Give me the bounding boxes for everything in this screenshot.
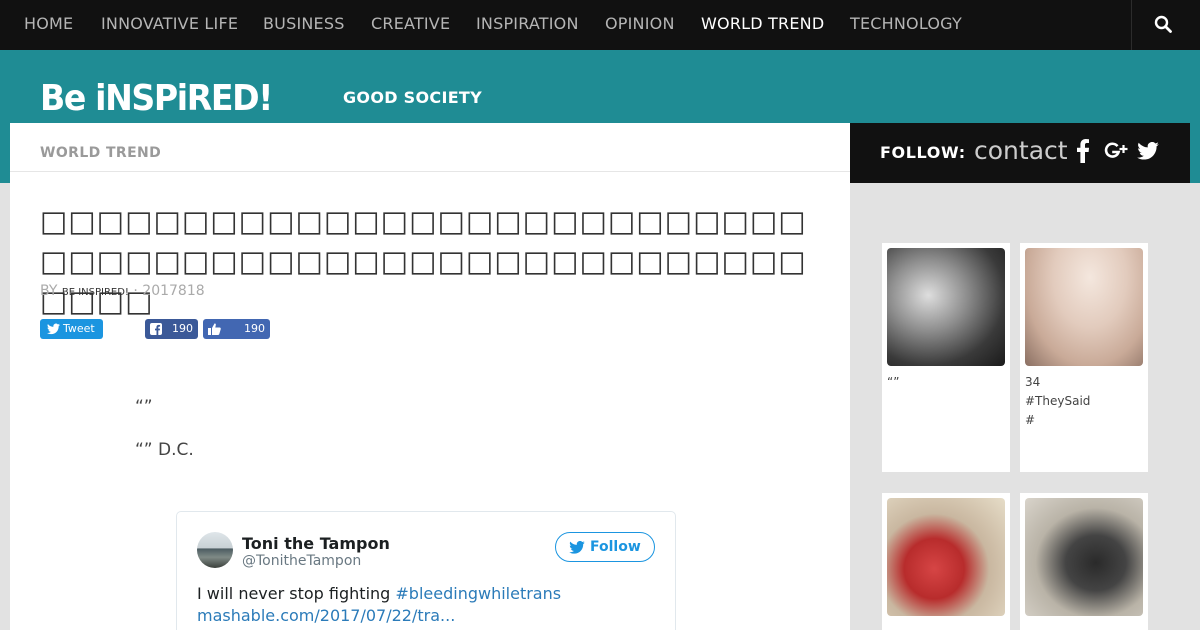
top-nav: HOME INNOVATIVE LIFE BUSINESS CREATIVE I…: [0, 0, 1200, 50]
site-tagline: GOOD SOCIETY: [343, 88, 483, 107]
follow-label: FOLLOW:: [880, 143, 966, 162]
tweet-hashtag-link[interactable]: #bleedingwhiletrans: [395, 584, 561, 603]
google-plus-icon[interactable]: [1104, 140, 1128, 162]
sidebar-post-card[interactable]: [882, 493, 1010, 630]
twitter-icon: [569, 541, 585, 554]
nav-item-home[interactable]: HOME: [24, 0, 73, 50]
by-label: BY: [40, 283, 58, 299]
embedded-tweet[interactable]: Toni the Tampon @TonitheTampon Follow I …: [176, 511, 676, 630]
search-icon: [1154, 15, 1172, 33]
nav-item-opinion[interactable]: OPINION: [605, 0, 675, 50]
post-caption-line: “”: [887, 375, 900, 389]
post-caption-line: #TheySaid: [1025, 394, 1091, 408]
nav-item-creative[interactable]: CREATIVE: [371, 0, 450, 50]
like-button[interactable]: 190: [203, 319, 270, 339]
contact-link[interactable]: contact: [974, 136, 1068, 165]
nav-item-innovative-life[interactable]: INNOVATIVE LIFE: [101, 0, 238, 50]
twitter-icon: [47, 323, 60, 335]
post-thumbnail[interactable]: [887, 498, 1005, 616]
publish-date: · 2017818: [133, 283, 205, 299]
author-link[interactable]: BE INSPIRED!: [62, 287, 129, 298]
post-thumbnail[interactable]: [1025, 498, 1143, 616]
follow-bar: FOLLOW: contact: [850, 123, 1190, 183]
tweet-text: I will never stop fighting #bleedingwhil…: [197, 584, 561, 603]
breadcrumb: WORLD TREND: [10, 123, 850, 172]
tweet-label: Tweet: [63, 322, 95, 335]
article-title: □□□□□□□□□□□□□□□□□□□□□□□□□□□□□□□□□□□□□□□□…: [40, 204, 807, 318]
nav-item-world-trend[interactable]: WORLD TREND: [701, 0, 824, 50]
tweet-author-handle[interactable]: @TonitheTampon: [242, 553, 361, 569]
nav-item-business[interactable]: BUSINESS: [263, 0, 345, 50]
post-caption: “”: [887, 373, 899, 392]
post-thumbnail[interactable]: [1025, 248, 1143, 366]
article-card: WORLD TREND □□□□□□□□□□□□□□□□□□□□□□□□□□□□…: [10, 123, 850, 630]
nav-item-inspiration[interactable]: INSPIRATION: [476, 0, 579, 50]
tweet-text-body: I will never stop fighting: [197, 584, 396, 603]
category-link[interactable]: WORLD TREND: [40, 145, 161, 161]
search-button[interactable]: [1131, 0, 1200, 50]
sidebar-post-card[interactable]: “”: [882, 243, 1010, 472]
sidebar-post-card[interactable]: 34 #TheySaid #: [1020, 243, 1148, 472]
tweet-avatar[interactable]: [197, 532, 233, 568]
like-count: 190: [244, 322, 265, 335]
nav-item-technology[interactable]: TECHNOLOGY: [850, 0, 962, 50]
thumbs-up-icon: [208, 323, 221, 335]
article-meta: BY BE INSPIRED! · 2017818: [40, 283, 205, 299]
tweet-author-name[interactable]: Toni the Tampon: [242, 534, 390, 553]
facebook-icon[interactable]: [1077, 139, 1089, 163]
article-paragraph: “” D.C.: [135, 440, 194, 460]
facebook-icon: [150, 323, 162, 335]
post-caption-line: 34: [1025, 375, 1041, 389]
tweet-button[interactable]: Tweet: [40, 319, 103, 339]
post-thumbnail[interactable]: [887, 248, 1005, 366]
post-caption: 34 #TheySaid #: [1025, 373, 1090, 430]
facebook-share-count: 190: [172, 322, 193, 335]
twitter-icon[interactable]: [1137, 142, 1159, 160]
facebook-share-button[interactable]: 190: [145, 319, 198, 339]
site-logo[interactable]: Be iNSPiRED!: [40, 78, 273, 119]
article-paragraph: “”: [135, 397, 153, 417]
tweet-url-link[interactable]: mashable.com/2017/07/22/tra...: [197, 606, 455, 625]
sidebar-post-card[interactable]: [1020, 493, 1148, 630]
post-caption-line: #: [1025, 413, 1036, 427]
tweet-follow-button[interactable]: Follow: [555, 532, 655, 562]
tweet-follow-label: Follow: [590, 539, 641, 555]
